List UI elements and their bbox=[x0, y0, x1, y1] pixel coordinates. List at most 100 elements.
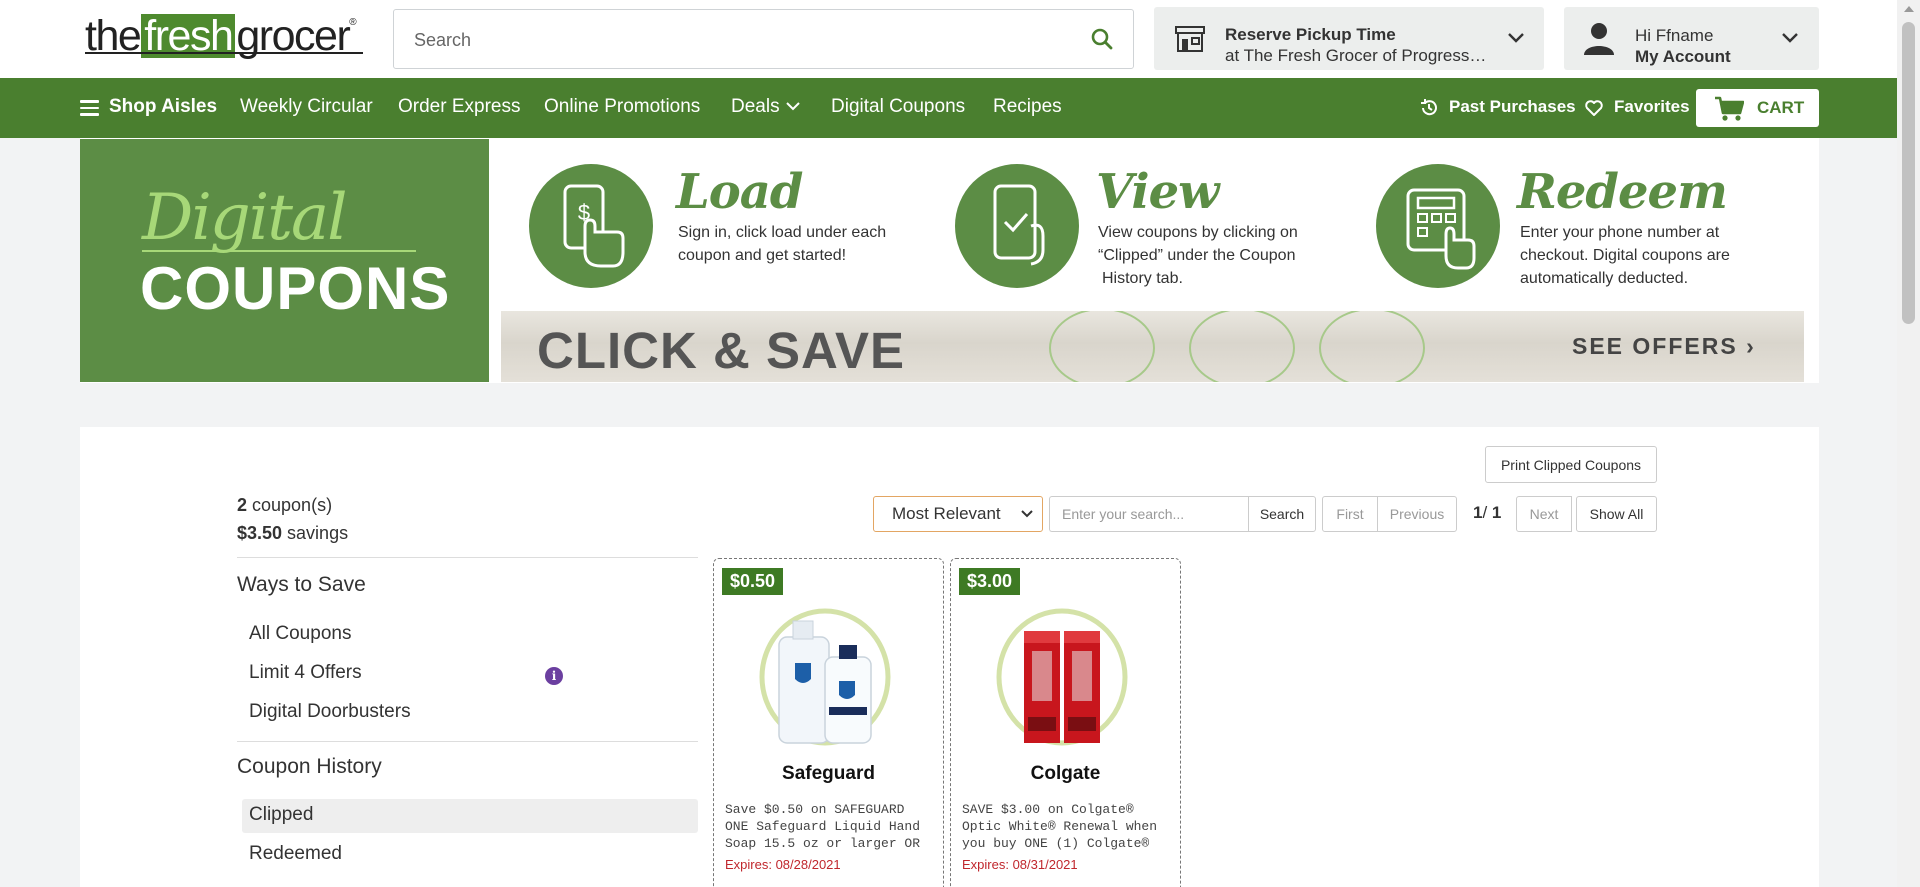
view-step-title: View bbox=[1096, 164, 1219, 220]
account-greeting: Hi Ffname bbox=[1635, 26, 1714, 45]
scroll-up-arrow-icon[interactable] bbox=[1904, 6, 1914, 12]
nav-weekly-circular[interactable]: Weekly Circular bbox=[240, 96, 373, 118]
history-icon bbox=[1421, 99, 1437, 116]
redeem-step-icon bbox=[1376, 164, 1500, 288]
sidebar-item-label: Limit 4 Offers bbox=[249, 662, 362, 683]
coupon-search-button[interactable]: Search bbox=[1248, 496, 1316, 532]
sidebar-item-all-coupons[interactable]: All Coupons bbox=[249, 623, 351, 645]
nav-shop-aisles[interactable]: Shop Aisles bbox=[109, 96, 217, 118]
phone-check-icon bbox=[993, 184, 1045, 266]
sidebar-divider bbox=[237, 557, 698, 558]
coupon-history-heading: Coupon History bbox=[237, 755, 382, 778]
coupon-brand: Colgate bbox=[1030, 763, 1101, 784]
store-icon bbox=[1175, 26, 1205, 52]
load-step-line: Sign in, click load under each bbox=[678, 224, 887, 241]
search-icon[interactable] bbox=[1091, 28, 1113, 50]
coupon-card[interactable]: $3.00 Colgate SAVE $3.00 on Colgate® Opt… bbox=[950, 558, 1181, 887]
digital-coupons-title-panel: Digital COUPONS bbox=[80, 139, 489, 382]
coupon-value-badge: $0.50 bbox=[722, 568, 784, 595]
product-image bbox=[996, 608, 1128, 746]
banner-coupons-text: COUPONS bbox=[140, 255, 451, 322]
page-separator: / bbox=[1482, 503, 1492, 522]
coupon-list-section: Print Clipped Coupons 2 coupon(s) $3.50 … bbox=[80, 427, 1819, 887]
pickup-title: Reserve Pickup Time bbox=[1225, 25, 1396, 44]
dollar-ring-icon bbox=[1049, 311, 1155, 382]
hamburger-icon bbox=[80, 100, 99, 116]
nav-order-express[interactable]: Order Express bbox=[398, 96, 520, 118]
account-label: My Account bbox=[1635, 47, 1731, 66]
nav-digital-coupons[interactable]: Digital Coupons bbox=[831, 96, 965, 118]
top-header: thefreshgrocer® Reserve Pickup Time at T… bbox=[0, 0, 1897, 78]
nav-favorites[interactable]: Favorites bbox=[1614, 97, 1690, 117]
load-step-line: coupon and get started! bbox=[678, 247, 847, 264]
search-input[interactable] bbox=[414, 28, 1054, 52]
coupon-count-value: 2 bbox=[237, 495, 248, 515]
load-step-icon: $ bbox=[529, 164, 653, 288]
cart-ring-icon bbox=[1189, 311, 1295, 382]
nav-recipes[interactable]: Recipes bbox=[993, 96, 1062, 118]
pickup-store-name: at The Fresh Grocer of Progress Plaza bbox=[1225, 46, 1487, 65]
page-scrollbar[interactable] bbox=[1897, 0, 1920, 887]
account-menu[interactable]: Hi Ffname My Account bbox=[1564, 7, 1819, 70]
view-step-line: View coupons by clicking on bbox=[1098, 224, 1298, 241]
view-step-line: History tab. bbox=[1102, 270, 1183, 287]
view-step-line: “Clipped” under the Coupon bbox=[1098, 247, 1296, 264]
reserve-pickup-button[interactable]: Reserve Pickup Time at The Fresh Grocer … bbox=[1154, 7, 1544, 70]
nav-online-promotions[interactable]: Online Promotions bbox=[544, 96, 700, 118]
cart-label: CART bbox=[1757, 98, 1805, 117]
coupon-card[interactable]: $0.50 Safeguard Save $0.50 on SAFEGUARD … bbox=[713, 558, 944, 887]
chevron-down-icon bbox=[1508, 33, 1524, 43]
coupon-description: Save $0.50 on SAFEGUARD ONE Safeguard Li… bbox=[725, 802, 921, 851]
coupon-brand: Safeguard bbox=[782, 763, 875, 784]
coupon-description: SAVE $3.00 on Colgate® Optic White® Rene… bbox=[962, 802, 1158, 851]
sidebar-item-redeemed[interactable]: Redeemed bbox=[249, 843, 342, 865]
coupon-count-suffix: coupon(s) bbox=[247, 495, 333, 515]
total-savings: $3.50 savings bbox=[237, 523, 348, 544]
coupon-expiration: Expires: 08/28/2021 bbox=[725, 857, 841, 872]
keypad-tap-icon bbox=[1406, 188, 1476, 270]
nav-deals[interactable]: Deals bbox=[731, 96, 780, 118]
logo-registered-mark: ® bbox=[349, 16, 356, 28]
cart-icon bbox=[1715, 96, 1744, 121]
coupon-search-input[interactable] bbox=[1049, 496, 1249, 532]
cart-button[interactable]: CART bbox=[1696, 89, 1819, 127]
click-save-text: CLICK & SAVE bbox=[537, 322, 906, 379]
view-step-description: View coupons by clicking on “Clipped” un… bbox=[1098, 221, 1298, 290]
load-step-title: Load bbox=[676, 164, 803, 220]
sidebar-item-limit-4-offers[interactable]: Limit 4 Offers i bbox=[249, 662, 563, 685]
next-page-button[interactable]: Next bbox=[1516, 496, 1572, 532]
chevron-down-icon bbox=[1782, 33, 1798, 43]
ways-to-save-heading: Ways to Save bbox=[237, 573, 366, 596]
chevron-down-icon bbox=[786, 102, 800, 111]
sidebar-divider bbox=[237, 741, 698, 742]
user-icon bbox=[1584, 23, 1614, 55]
view-step-icon bbox=[955, 164, 1079, 288]
logo-underline bbox=[85, 52, 363, 54]
show-all-button[interactable]: Show All bbox=[1576, 496, 1657, 532]
product-image bbox=[759, 608, 891, 746]
main-nav: Shop Aisles Weekly Circular Order Expres… bbox=[0, 78, 1897, 138]
sort-selected-value: Most Relevant bbox=[892, 504, 1001, 523]
savings-suffix: savings bbox=[282, 523, 349, 543]
sidebar-item-digital-doorbusters[interactable]: Digital Doorbusters bbox=[249, 701, 411, 723]
nav-past-purchases[interactable]: Past Purchases bbox=[1449, 97, 1576, 117]
info-icon[interactable]: i bbox=[545, 667, 563, 685]
click-and-save-banner[interactable]: CLICK & SAVE SEE OFFERS › bbox=[501, 311, 1804, 382]
banner-digital-text: Digital bbox=[142, 181, 348, 255]
heart-icon bbox=[1585, 100, 1603, 116]
print-clipped-coupons-button[interactable]: Print Clipped Coupons bbox=[1485, 446, 1657, 483]
award-ring-icon bbox=[1319, 311, 1425, 382]
search-bar bbox=[393, 9, 1134, 69]
sort-select[interactable]: Most Relevant bbox=[873, 496, 1043, 532]
first-page-button[interactable]: First bbox=[1322, 496, 1378, 532]
scrollbar-thumb[interactable] bbox=[1902, 22, 1915, 324]
sidebar-item-clipped[interactable]: Clipped bbox=[249, 804, 313, 826]
previous-page-button[interactable]: Previous bbox=[1377, 496, 1457, 532]
redeem-step-line: automatically deducted. bbox=[1520, 270, 1689, 287]
see-offers-link[interactable]: SEE OFFERS › bbox=[1572, 333, 1756, 360]
redeem-step-description: Enter your phone number at checkout. Dig… bbox=[1520, 221, 1730, 290]
coupon-expiration: Expires: 08/31/2021 bbox=[962, 857, 1078, 872]
savings-value: $3.50 bbox=[237, 523, 283, 543]
phone-tap-icon: $ bbox=[563, 184, 625, 268]
redeem-step-line: checkout. Digital coupons are bbox=[1520, 247, 1730, 264]
